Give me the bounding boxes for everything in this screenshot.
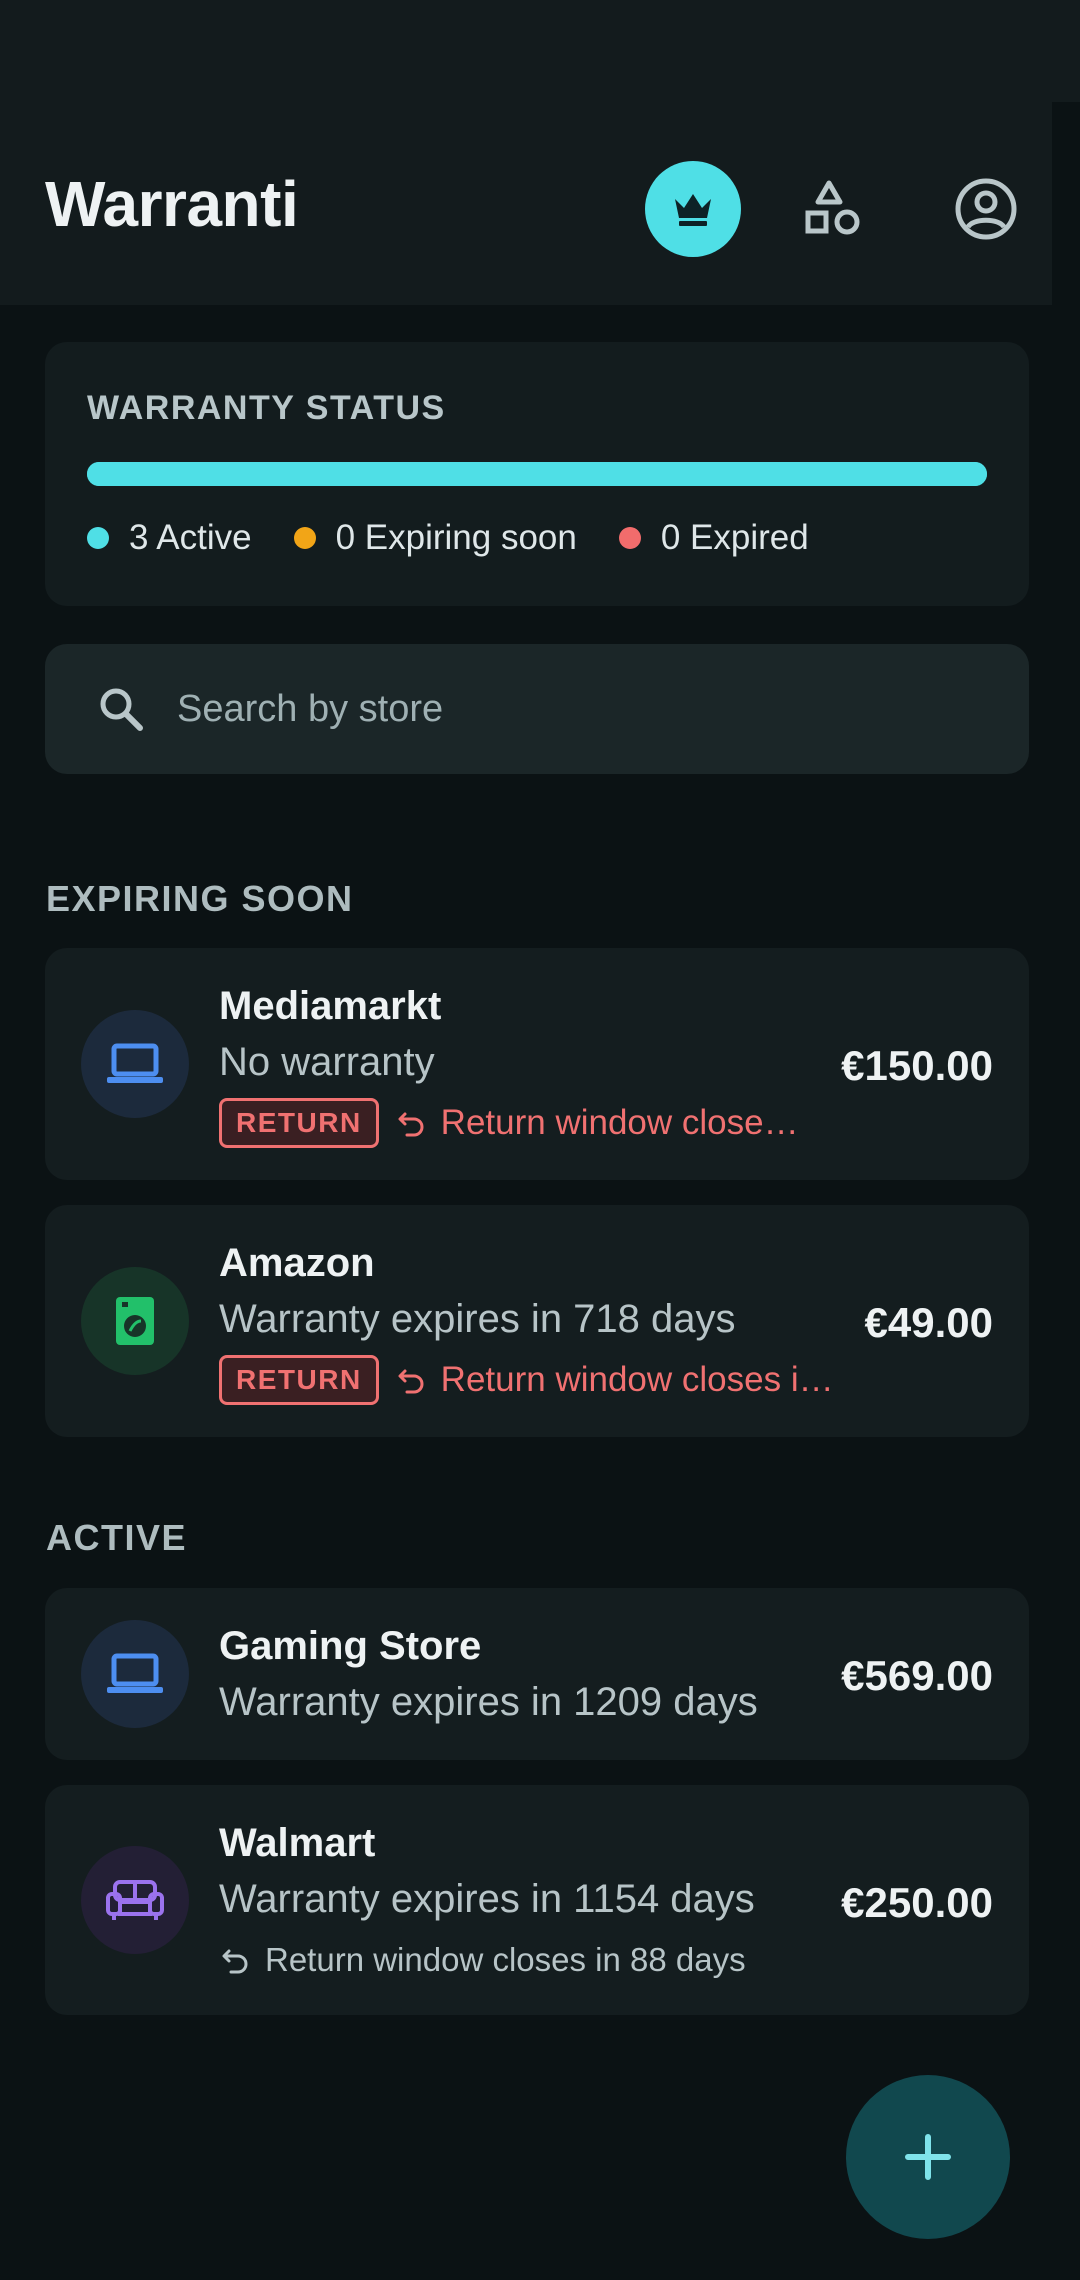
status-progress-bar bbox=[87, 462, 987, 486]
item-store: Mediamarkt bbox=[219, 984, 442, 1028]
status-legend: 3 Active 0 Expiring soon 0 Expired bbox=[87, 518, 851, 558]
warranty-status-card: WARRANTY STATUS 3 Active 0 Expiring soon… bbox=[45, 342, 1029, 606]
crown-icon bbox=[675, 194, 711, 226]
item-store: Walmart bbox=[219, 1821, 376, 1865]
status-bar bbox=[0, 0, 1080, 102]
item-store: Amazon bbox=[219, 1241, 375, 1285]
active-dot bbox=[87, 527, 109, 549]
item-price: €150.00 bbox=[841, 1042, 993, 1089]
search-placeholder: Search by store bbox=[177, 687, 444, 730]
return-row: RETURN Return window closes i… bbox=[219, 1355, 834, 1405]
item-warranty-text: Warranty expires in 718 days bbox=[219, 1297, 736, 1341]
item-avatar bbox=[81, 1620, 189, 1728]
item-avatar bbox=[81, 1010, 189, 1118]
item-warranty-text: No warranty bbox=[219, 1040, 435, 1084]
item-price: €49.00 bbox=[864, 1299, 993, 1346]
undo-icon bbox=[398, 1369, 424, 1394]
premium-button[interactable] bbox=[645, 161, 741, 257]
return-row: Return window closes in 88 days bbox=[221, 1941, 746, 1979]
return-badge: RETURN bbox=[219, 1355, 379, 1405]
shapes-icon bbox=[805, 180, 860, 235]
warranty-card-mediamarkt[interactable]: Mediamarkt No warranty €150.00 RETURN Re… bbox=[45, 948, 1029, 1180]
legend-expiring: 0 Expiring soon bbox=[293, 518, 577, 558]
app-title: Warranti bbox=[45, 167, 299, 240]
plus-icon bbox=[905, 2134, 951, 2180]
app-bar: Warranti bbox=[0, 102, 1052, 305]
item-price: €569.00 bbox=[841, 1652, 993, 1699]
profile-button[interactable] bbox=[938, 161, 1034, 257]
legend-active-label: 3 Active bbox=[129, 518, 252, 557]
categories-button[interactable] bbox=[785, 161, 881, 257]
item-avatar bbox=[81, 1846, 189, 1954]
legend-expired: 0 Expired bbox=[618, 518, 809, 558]
return-window-text: Return window closes in 88 days bbox=[265, 1941, 746, 1978]
status-title: WARRANTY STATUS bbox=[87, 389, 446, 427]
return-badge: RETURN bbox=[219, 1098, 379, 1148]
legend-expired-label: 0 Expired bbox=[660, 518, 809, 557]
undo-icon bbox=[222, 1949, 248, 1974]
undo-icon bbox=[398, 1112, 424, 1137]
return-window-text: Return window close… bbox=[440, 1103, 799, 1142]
sofa-icon bbox=[106, 1880, 164, 1920]
expiring-dot bbox=[293, 527, 316, 549]
warranty-card-gaming-store[interactable]: Gaming Store Warranty expires in 1209 da… bbox=[45, 1588, 1029, 1760]
legend-active: 3 Active bbox=[87, 518, 252, 558]
return-window-text: Return window closes i… bbox=[440, 1360, 834, 1399]
laptop-icon bbox=[107, 1043, 163, 1083]
item-warranty-text: Warranty expires in 1154 days bbox=[219, 1877, 755, 1921]
warranty-card-amazon[interactable]: Amazon Warranty expires in 718 days €49.… bbox=[45, 1205, 1029, 1437]
item-warranty-text: Warranty expires in 1209 days bbox=[219, 1680, 758, 1724]
washing-machine-icon bbox=[116, 1297, 154, 1345]
item-avatar bbox=[81, 1267, 189, 1375]
status-progress-fill bbox=[87, 462, 987, 486]
section-active: ACTIVE bbox=[46, 1517, 188, 1558]
warranty-card-walmart[interactable]: Walmart Warranty expires in 1154 days €2… bbox=[45, 1785, 1029, 2015]
return-row: RETURN Return window close… bbox=[219, 1098, 799, 1148]
laptop-icon bbox=[107, 1653, 163, 1693]
legend-expiring-label: 0 Expiring soon bbox=[335, 518, 577, 557]
item-price: €250.00 bbox=[841, 1879, 993, 1926]
expired-dot bbox=[618, 527, 641, 549]
section-expiring-soon: EXPIRING SOON bbox=[46, 878, 354, 919]
search-input[interactable]: Search by store bbox=[45, 644, 1029, 774]
item-store: Gaming Store bbox=[219, 1624, 482, 1668]
account-circle-icon bbox=[955, 178, 1017, 240]
screen: Warranti WARRANTY STATUS 3 Active 0 Expi… bbox=[0, 0, 1080, 2280]
search-icon bbox=[100, 688, 143, 731]
add-warranty-button[interactable] bbox=[846, 2075, 1010, 2239]
